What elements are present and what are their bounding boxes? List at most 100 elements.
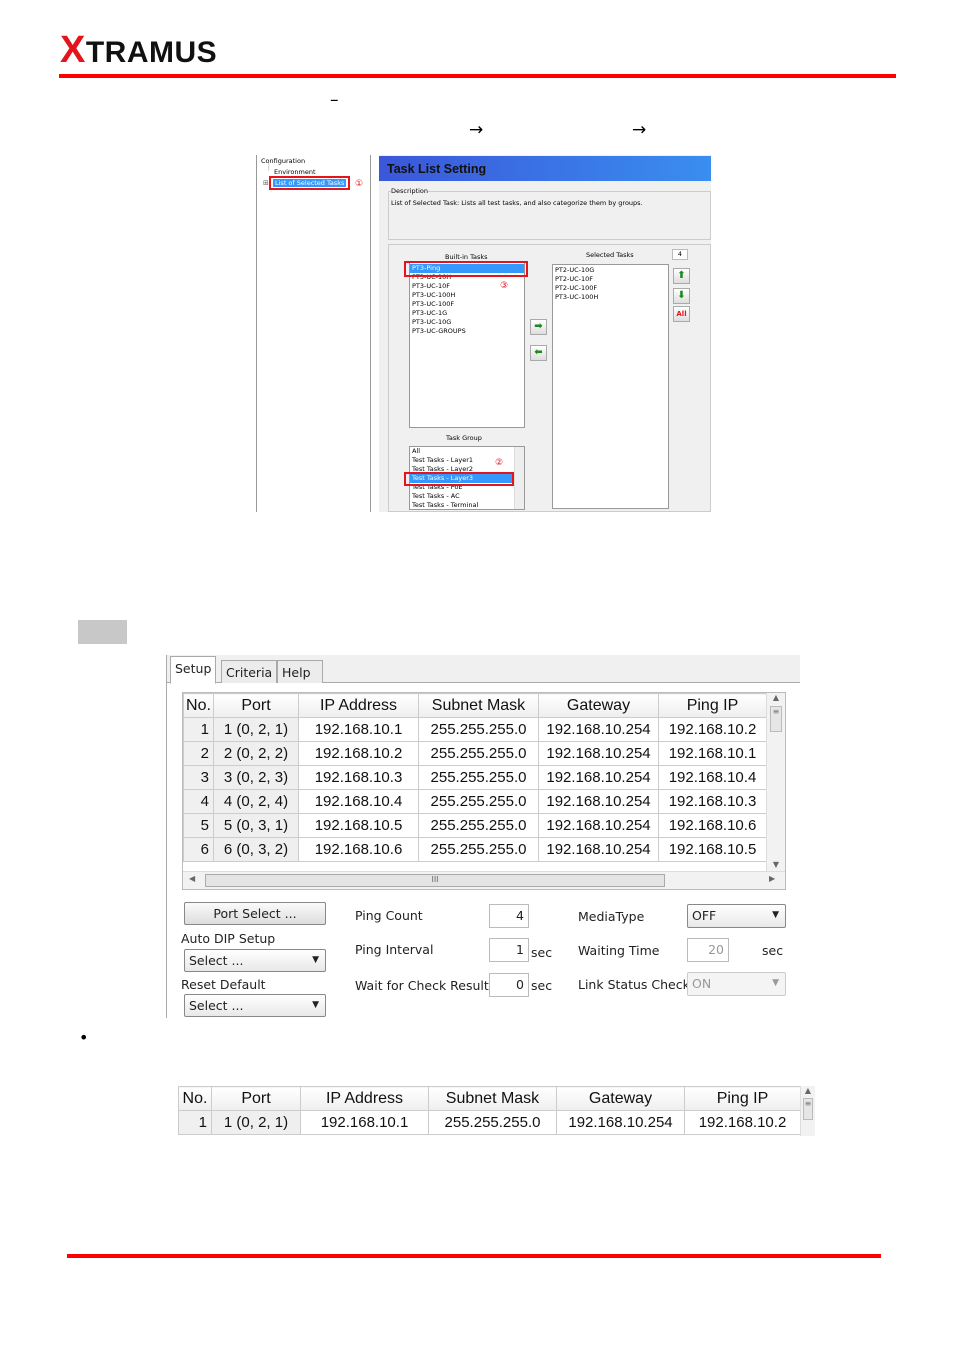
media-type-select[interactable]: OFF ▼ [687,904,786,928]
list-item[interactable]: Test Tasks - Layer1 [410,456,524,465]
list-item[interactable]: PT3-UC-GROUPS [410,327,524,336]
ping-interval-input[interactable]: 1 [489,938,529,962]
table-cell[interactable]: 255.255.255.0 [428,1110,557,1135]
table-row[interactable]: 22 (0, 2, 2) 192.168.10.2 255.255.255.0 192… [183,741,767,766]
table-cell[interactable]: 192.168.10.4 [298,789,419,814]
row-number: 6 [183,837,214,862]
table-cell[interactable]: 192.168.10.1 [298,717,419,742]
table-cell[interactable]: 192.168.10.254 [538,813,659,838]
sec-label: sec [531,978,553,993]
list-item[interactable]: PT3-UC-100F [410,300,524,309]
list-item[interactable]: PT3-UC-100H [553,293,668,302]
table-row[interactable]: 11 (0, 2, 1) 192.168.10.1 255.255.255.0 192… [183,717,767,742]
xtramus-logo: XTRAMUS [60,29,218,71]
tab-criteria[interactable]: Criteria [221,660,278,683]
column-header[interactable]: No. [183,693,214,718]
column-header[interactable]: IP Address [300,1086,429,1111]
vertical-scrollbar[interactable]: ▲ ≡ ▼ [766,693,785,871]
header-divider [59,74,896,78]
reset-default-label: Reset Default [181,977,266,992]
link-status-select[interactable]: ON ▼ [687,972,786,996]
ping-count-input[interactable]: 4 [489,904,529,928]
column-header[interactable]: Gateway [556,1086,685,1111]
table-cell[interactable]: 255.255.255.0 [418,717,539,742]
remove-arrow-icon[interactable]: ⬅ [530,345,547,361]
table-cell[interactable]: 192.168.10.1 [658,741,767,766]
table-cell[interactable]: 192.168.10.6 [298,837,419,862]
table-cell[interactable]: 192.168.10.5 [298,813,419,838]
plus-box-icon[interactable]: ⊞ [263,179,269,187]
move-down-icon[interactable]: ⬇ [673,288,690,304]
list-item[interactable]: Test Tasks - Terminal [410,501,524,509]
description-text: List of Selected Task: Lists all test ta… [391,199,643,207]
list-item[interactable]: PT3-UC-10G [410,318,524,327]
table-cell[interactable]: 192.168.10.5 [658,837,767,862]
table-cell[interactable]: 192.168.10.6 [658,813,767,838]
table-cell[interactable]: 255.255.255.0 [418,741,539,766]
task-group-scrollbar[interactable] [514,447,524,509]
column-header[interactable]: Gateway [538,693,659,718]
table-cell[interactable]: 192.168.10.254 [538,765,659,790]
table-cell[interactable]: 192.168.10.2 [684,1110,801,1135]
list-item[interactable]: PT2-UC-100F [553,284,668,293]
table-cell[interactable]: 3 (0, 2, 3) [213,765,299,790]
table-cell[interactable]: 192.168.10.254 [538,741,659,766]
port-select-button[interactable]: Port Select ... [184,902,326,925]
table-cell[interactable]: 1 (0, 2, 1) [213,717,299,742]
table-cell[interactable]: 255.255.255.0 [418,813,539,838]
table-cell[interactable]: 192.168.10.4 [658,765,767,790]
column-header[interactable]: Subnet Mask [428,1086,557,1111]
table-cell[interactable]: 255.255.255.0 [418,837,539,862]
pane-title: Task List Setting [379,156,711,181]
column-header[interactable]: Ping IP [658,693,767,718]
tab-help[interactable]: Help [277,660,323,683]
table-cell[interactable]: 5 (0, 3, 1) [213,813,299,838]
tab-setup[interactable]: Setup [170,656,217,684]
table-cell[interactable]: 1 (0, 2, 1) [211,1110,301,1135]
vertical-scrollbar[interactable]: ▲ ≡ [800,1086,815,1136]
move-up-icon[interactable]: ⬆ [673,268,690,284]
description-label: Description [391,187,429,195]
table-row[interactable]: 33 (0, 2, 3) 192.168.10.3 255.255.255.0 192… [183,765,767,790]
list-item[interactable]: PT3-UC-1G [410,309,524,318]
sec-label: sec [762,943,784,958]
list-item[interactable]: Test Tasks - AC [410,492,524,501]
table-cell[interactable]: 192.168.10.254 [538,717,659,742]
table-cell[interactable]: 192.168.10.254 [538,837,659,862]
table-cell[interactable]: 192.168.10.254 [556,1110,685,1135]
selected-list[interactable]: PT2-UC-10G PT2-UC-10F PT2-UC-100F PT3-UC-10… [552,264,669,509]
table-cell[interactable]: 192.168.10.1 [300,1110,429,1135]
table-cell[interactable]: 255.255.255.0 [418,765,539,790]
column-header[interactable]: Subnet Mask [418,693,539,718]
clear-all-icon[interactable]: All [673,306,690,322]
horizontal-scrollbar[interactable]: ◀ III ▶ [183,871,785,889]
table-cell[interactable]: 255.255.255.0 [418,789,539,814]
list-item[interactable]: PT2-UC-10G [553,266,668,275]
table-cell[interactable]: 192.168.10.3 [658,789,767,814]
list-item[interactable]: PT2-UC-10F [553,275,668,284]
tree-item-environment[interactable]: Environment [274,168,316,176]
column-header[interactable]: Port [213,693,299,718]
waiting-time-input[interactable]: 20 [687,938,729,962]
table-row[interactable]: 44 (0, 2, 4) 192.168.10.4 255.255.255.0 192… [183,789,767,814]
column-header[interactable]: Port [211,1086,301,1111]
list-item[interactable]: PT3-UC-100H [410,291,524,300]
table-row[interactable]: 66 (0, 3, 2) 192.168.10.6 255.255.255.0 192… [183,837,767,862]
column-header[interactable]: No. [178,1086,212,1111]
table-row[interactable]: 11 (0, 2, 1) 192.168.10.1 255.255.255.0 192… [178,1110,801,1135]
column-header[interactable]: IP Address [298,693,419,718]
table-cell[interactable]: 192.168.10.3 [298,765,419,790]
table-cell[interactable]: 6 (0, 3, 2) [213,837,299,862]
auto-dip-select[interactable]: Select ... ▼ [184,949,326,972]
wait-check-input[interactable]: 0 [489,973,529,997]
table-cell[interactable]: 2 (0, 2, 2) [213,741,299,766]
table-cell[interactable]: 192.168.10.2 [658,717,767,742]
table-cell[interactable]: 192.168.10.2 [298,741,419,766]
reset-default-select[interactable]: Select ... ▼ [184,994,326,1017]
table-cell[interactable]: 4 (0, 2, 4) [213,789,299,814]
table-cell[interactable]: 192.168.10.254 [538,789,659,814]
add-arrow-icon[interactable]: ➡ [530,319,547,335]
column-header[interactable]: Ping IP [684,1086,801,1111]
list-item[interactable]: All [410,447,524,456]
table-row[interactable]: 55 (0, 3, 1) 192.168.10.5 255.255.255.0 192… [183,813,767,838]
